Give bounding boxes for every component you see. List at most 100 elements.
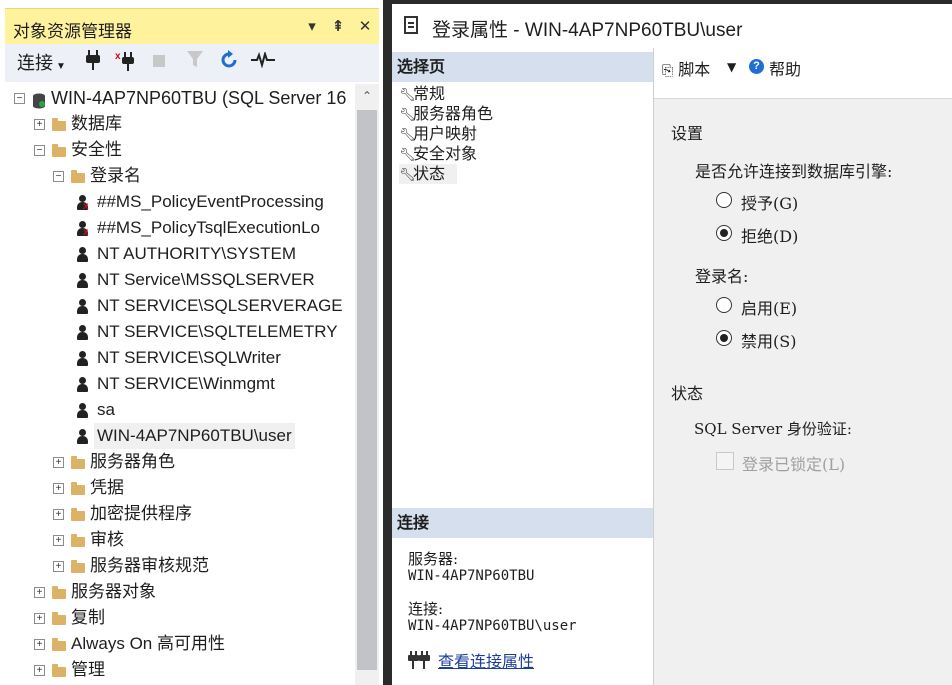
grant-radio[interactable]	[716, 192, 732, 208]
collapse-icon[interactable]: −	[34, 145, 45, 156]
disable-radio[interactable]	[716, 330, 732, 346]
tree-item-label: ##MS_PolicyEventProcessing	[97, 192, 324, 211]
grant-label[interactable]: 授予(G)	[741, 190, 798, 214]
tree-row[interactable]: NT SERVICE\SQLTELEMETRY	[5, 319, 355, 345]
scrollbar-thumb[interactable]	[357, 110, 377, 670]
deny-label[interactable]: 拒绝(D)	[741, 223, 798, 247]
tree-item-label: 服务器角色	[90, 452, 175, 471]
folder-icon	[52, 638, 66, 651]
page-item-server-roles[interactable]: 🔧︎服务器角色	[399, 104, 493, 124]
user-icon	[76, 247, 89, 262]
tree-row[interactable]: + 复制	[5, 605, 355, 631]
expand-icon[interactable]: +	[34, 613, 45, 624]
deny-radio[interactable]	[716, 225, 732, 241]
tree-item-label: NT AUTHORITY\SYSTEM	[97, 244, 296, 263]
folder-icon	[71, 170, 85, 183]
disconnect-icon[interactable]: x	[115, 50, 139, 76]
folder-icon	[71, 508, 85, 521]
close-icon[interactable]: ✕	[354, 16, 376, 38]
tree-item-label: 复制	[71, 608, 105, 627]
tree-row[interactable]: WIN-4AP7NP60TBU\user	[5, 423, 355, 449]
tree-row[interactable]: x ##MS_PolicyEventProcessing	[5, 189, 355, 215]
folder-icon	[52, 586, 66, 599]
scroll-up-icon[interactable]: ⌃	[355, 84, 379, 108]
login-locked-checkbox[interactable]	[716, 452, 734, 470]
chevron-down-icon: ▼	[56, 61, 66, 72]
script-dropdown-icon[interactable]: ▼	[727, 60, 736, 74]
tree-scrollbar[interactable]: ⌃	[355, 84, 379, 685]
connect-plug-icon[interactable]	[83, 50, 103, 76]
folder-icon	[52, 612, 66, 625]
script-button[interactable]: ⎘ 脚本	[662, 56, 710, 80]
folder-icon	[71, 534, 85, 547]
tree-item-label: 审核	[90, 530, 124, 549]
page-item-user-mapping[interactable]: 🔧︎用户映射	[399, 124, 477, 144]
tree-row[interactable]: + 管理	[5, 657, 355, 683]
help-button[interactable]: 帮助	[769, 56, 801, 80]
collapse-icon[interactable]: −	[14, 93, 25, 104]
permission-question: 是否允许连接到数据库引擎:	[695, 162, 893, 181]
tree-row[interactable]: NT SERVICE\Winmgmt	[5, 371, 355, 397]
tree-item-label: NT SERVICE\SQLWriter	[97, 348, 281, 367]
script-icon: ⎘	[662, 63, 674, 79]
tree-row[interactable]: + 加密提供程序	[5, 501, 355, 527]
tree-row[interactable]: − 登录名	[5, 163, 355, 189]
tree-row[interactable]: + Always On 高可用性	[5, 631, 355, 657]
expand-icon[interactable]: +	[53, 509, 64, 520]
user-disabled-icon: x	[76, 221, 89, 238]
expand-icon[interactable]: +	[34, 665, 45, 676]
enable-radio[interactable]	[716, 297, 732, 313]
expand-icon[interactable]: +	[53, 561, 64, 572]
expand-icon[interactable]: +	[34, 587, 45, 598]
tree-row[interactable]: NT SERVICE\SQLWriter	[5, 345, 355, 371]
tree-item-label: 凭据	[90, 478, 124, 497]
login-locked-label[interactable]: 登录已锁定(L)	[742, 451, 845, 475]
tree-row[interactable]: + 审核	[5, 527, 355, 553]
tree-item-label: 加密提供程序	[90, 504, 192, 523]
tree-row[interactable]: − WIN-4AP7NP60TBU (SQL Server 16	[5, 85, 355, 111]
object-explorer-panel: 对象资源管理器 ▾ ⇞ ✕ 连接 ▼ x − WIN-4AP7NP60TBU (SQ…	[0, 0, 383, 685]
login-label: 登录名:	[695, 267, 749, 286]
expand-icon[interactable]: +	[53, 535, 64, 546]
tree-row[interactable]: sa	[5, 397, 355, 423]
user-icon	[76, 429, 89, 444]
tree-item-label: 登录名	[90, 166, 141, 185]
expand-icon[interactable]: +	[53, 457, 64, 468]
tree-row[interactable]: + 凭据	[5, 475, 355, 501]
page-item-label: 状态	[413, 164, 446, 183]
tree-row[interactable]: NT AUTHORITY\SYSTEM	[5, 241, 355, 267]
tree-row[interactable]: + 数据库	[5, 111, 355, 137]
folder-icon	[52, 664, 66, 677]
activity-monitor-icon[interactable]	[251, 50, 275, 76]
user-icon	[76, 273, 89, 288]
tree-row[interactable]: NT SERVICE\SQLSERVERAGE	[5, 293, 355, 319]
page-item-label: 用户映射	[413, 124, 478, 143]
expand-icon[interactable]: +	[34, 639, 45, 650]
tree-row[interactable]: NT Service\MSSQLSERVER	[5, 267, 355, 293]
enable-label[interactable]: 启用(E)	[741, 295, 797, 319]
tree-row[interactable]: + 服务器审核规范	[5, 553, 355, 579]
tree-item-label: sa	[97, 400, 115, 419]
tree-row[interactable]: x ##MS_PolicyTsqlExecutionLo	[5, 215, 355, 241]
tree-row[interactable]: − 安全性	[5, 137, 355, 163]
refresh-icon[interactable]	[218, 50, 240, 76]
expand-icon[interactable]: +	[53, 483, 64, 494]
page-item-securables[interactable]: 🔧︎安全对象	[399, 144, 477, 164]
tree-item-label: ##MS_PolicyTsqlExecutionLo	[97, 218, 321, 237]
view-connection-properties-link[interactable]: 查看连接属性	[438, 648, 534, 672]
object-explorer-toolbar: 连接 ▼ x	[5, 44, 379, 82]
stop-icon[interactable]	[151, 50, 167, 76]
expand-icon[interactable]: +	[34, 119, 45, 130]
pin-icon[interactable]: ⇞	[327, 16, 349, 38]
sql-auth-label: SQL Server 身份验证:	[694, 420, 852, 438]
collapse-icon[interactable]: −	[53, 171, 64, 182]
connect-button[interactable]: 连接 ▼	[17, 50, 66, 76]
page-item-general[interactable]: 🔧︎常规	[399, 84, 445, 104]
page-item-status[interactable]: 🔧︎状态	[399, 164, 457, 184]
disable-label[interactable]: 禁用(S)	[741, 328, 796, 352]
tree-row[interactable]: + 服务器角色	[5, 449, 355, 475]
help-icon[interactable]: ?	[749, 59, 764, 74]
tree-row[interactable]: + 服务器对象	[5, 579, 355, 605]
window-position-icon[interactable]: ▾	[301, 16, 323, 38]
filter-icon[interactable]	[185, 50, 205, 76]
